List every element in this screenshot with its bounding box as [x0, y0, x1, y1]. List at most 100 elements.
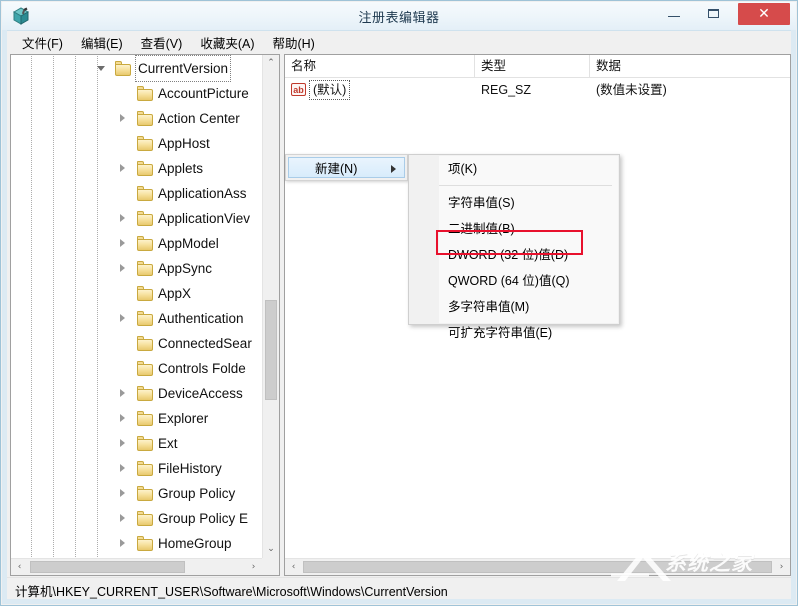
expand-triangle-icon[interactable] — [119, 489, 128, 498]
list-column-headers: 名称 类型 数据 — [285, 55, 790, 78]
submenu-item[interactable]: 多字符串值(M) — [439, 294, 618, 320]
value-name: (默认) — [308, 80, 351, 100]
tree-horizontal-scroll-thumb[interactable] — [30, 561, 185, 573]
list-horizontal-scroll-thumb[interactable] — [303, 561, 772, 573]
submenu-item[interactable]: 可扩充字符串值(E) — [439, 320, 618, 346]
tree-node[interactable]: Authentication — [11, 306, 262, 331]
list-scroll-left-button[interactable]: ‹ — [285, 559, 302, 575]
expand-triangle-icon[interactable] — [119, 464, 128, 473]
tree-node-label: Explorer — [158, 411, 209, 426]
maximize-button[interactable] — [696, 3, 732, 25]
submenu-item[interactable]: 二进制值(B) — [439, 216, 618, 242]
list-row[interactable]: ab (默认) REG_SZ (数值未设置) — [285, 78, 790, 102]
maximize-icon — [708, 9, 719, 18]
tree-node-label: DeviceAccess — [158, 386, 243, 401]
tree-node[interactable]: Controls Folde — [11, 356, 262, 381]
submenu-item[interactable]: DWORD (32 位)值(D) — [439, 242, 618, 268]
list-horizontal-scrollbar[interactable]: ‹ › — [285, 558, 790, 575]
tree-node[interactable]: Group Policy E — [11, 506, 262, 531]
tree-node[interactable]: AppX — [11, 281, 262, 306]
status-bar: 计算机\HKEY_CURRENT_USER\Software\Microsoft… — [7, 577, 791, 599]
tree-node[interactable]: HomeGroup — [11, 531, 262, 556]
menu-edit[interactable]: 编辑(E) — [72, 31, 132, 54]
submenu-item[interactable]: 字符串值(S) — [439, 190, 618, 216]
tree-node-label: ApplicationViev — [158, 211, 251, 226]
column-header-data[interactable]: 数据 — [590, 55, 790, 77]
folder-icon — [137, 336, 153, 351]
tree-node[interactable]: AccountPicture — [11, 81, 262, 106]
status-path: 计算机\HKEY_CURRENT_USER\Software\Microsoft… — [15, 585, 448, 599]
tree-horizontal-scrollbar[interactable]: ‹ › — [11, 558, 262, 575]
tree-scroll-up-button[interactable]: ⌃ — [263, 55, 279, 72]
column-header-name[interactable]: 名称 — [285, 55, 475, 77]
folder-icon — [137, 236, 153, 251]
expand-triangle-icon[interactable] — [119, 239, 128, 248]
menu-separator — [439, 185, 612, 186]
ab-string-icon: ab — [291, 83, 306, 96]
tree-node[interactable]: AppSync — [11, 256, 262, 281]
tree-node[interactable]: Action Center — [11, 106, 262, 131]
submenu-item[interactable]: 项(K) — [439, 156, 618, 182]
tree-node-label: AppSync — [158, 261, 213, 276]
tree-node[interactable]: ConnectedSear — [11, 331, 262, 356]
tree-node[interactable]: Applets — [11, 156, 262, 181]
tree-node-label: AccountPicture — [158, 86, 249, 101]
menu-help[interactable]: 帮助(H) — [263, 31, 323, 54]
tree-scrollbar-corner — [262, 558, 279, 575]
close-icon: ✕ — [758, 6, 770, 22]
tree-node[interactable]: CurrentVersion — [11, 55, 262, 82]
tree-node[interactable]: Explorer — [11, 406, 262, 431]
close-button[interactable]: ✕ — [738, 3, 790, 25]
tree-vertical-scrollbar[interactable]: ⌃ ⌄ — [262, 55, 279, 558]
tree-scroll-down-button[interactable]: ⌄ — [263, 541, 279, 558]
tree-node-label: Authentication — [158, 311, 244, 326]
folder-icon — [137, 261, 153, 276]
expand-triangle-icon[interactable] — [119, 439, 128, 448]
tree-node-label: Group Policy — [158, 486, 236, 501]
tree-node[interactable]: DeviceAccess — [11, 381, 262, 406]
menu-favorites[interactable]: 收藏夹(A) — [191, 31, 263, 54]
folder-icon — [137, 461, 153, 476]
collapse-triangle-icon[interactable] — [97, 64, 106, 73]
expand-triangle-icon[interactable] — [119, 414, 128, 423]
registry-editor-window: 注册表编辑器 ✕ 文件(F) 编辑(E) 查看(V) 收藏夹(A) 帮助(H) Curr… — [0, 0, 798, 606]
minimize-button[interactable] — [656, 3, 692, 25]
folder-icon — [137, 286, 153, 301]
folder-icon — [137, 186, 153, 201]
tree-node[interactable]: ApplicationAss — [11, 181, 262, 206]
menu-file[interactable]: 文件(F) — [13, 31, 72, 54]
context-menu-item-new[interactable]: 新建(N) — [288, 157, 405, 178]
tree-vertical-scroll-thumb[interactable] — [265, 300, 277, 400]
tree-node-label: Ext — [158, 436, 178, 451]
submenu-item[interactable]: QWORD (64 位)值(Q) — [439, 268, 618, 294]
folder-icon — [137, 536, 153, 551]
tree-node-label: FileHistory — [158, 461, 222, 476]
menu-view[interactable]: 查看(V) — [132, 31, 192, 54]
expand-triangle-icon[interactable] — [119, 214, 128, 223]
list-scroll-right-button[interactable]: › — [773, 559, 790, 575]
tree-scroll-right-button[interactable]: › — [245, 559, 262, 575]
value-type: REG_SZ — [481, 83, 532, 97]
folder-icon — [137, 486, 153, 501]
expand-triangle-icon[interactable] — [119, 539, 128, 548]
tree-node-label: CurrentVersion — [134, 55, 232, 82]
expand-triangle-icon[interactable] — [119, 164, 128, 173]
expand-triangle-icon[interactable] — [119, 314, 128, 323]
expand-triangle-icon[interactable] — [119, 514, 128, 523]
expand-triangle-icon[interactable] — [119, 264, 128, 273]
expand-triangle-icon[interactable] — [119, 114, 128, 123]
column-header-type[interactable]: 类型 — [475, 55, 590, 77]
expand-triangle-icon[interactable] — [119, 389, 128, 398]
folder-icon — [137, 436, 153, 451]
folder-icon — [137, 136, 153, 151]
tree-node[interactable]: FileHistory — [11, 456, 262, 481]
tree-node[interactable]: ApplicationViev — [11, 206, 262, 231]
tree-node[interactable]: Ext — [11, 431, 262, 456]
tree-node[interactable]: Group Policy — [11, 481, 262, 506]
context-menu-new: 新建(N) — [285, 154, 408, 181]
tree-node[interactable]: AppModel — [11, 231, 262, 256]
folder-icon — [115, 61, 131, 76]
tree-scroll-left-button[interactable]: ‹ — [11, 559, 28, 575]
tree-node[interactable]: AppHost — [11, 131, 262, 156]
window-border-right — [791, 30, 796, 604]
